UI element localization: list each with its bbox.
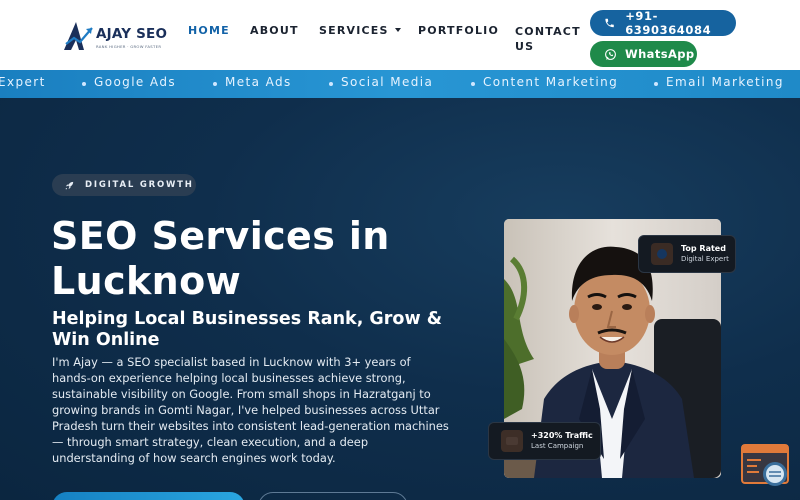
whatsapp-button[interactable]: WhatsApp: [590, 41, 697, 67]
rocket-icon: [65, 181, 74, 189]
ticker-dot: [329, 82, 333, 86]
ticker-item: Social Media: [341, 75, 434, 89]
logo-mark-icon: [64, 22, 93, 50]
chevron-down-icon: [394, 28, 401, 32]
phone-number: +91-6390364084: [625, 9, 712, 37]
top-rated-card: Top Rated Digital Expert: [638, 235, 736, 273]
ticker-dot: [471, 82, 475, 86]
chat-widget-button[interactable]: [741, 444, 791, 488]
primary-cta-button[interactable]: [52, 492, 245, 500]
card-title: Top Rated: [681, 244, 726, 253]
hero-title: SEO Services in Lucknow: [51, 214, 390, 303]
card-title: +320% Traffic: [531, 431, 593, 440]
nav-home[interactable]: HOME: [188, 24, 230, 37]
hero-subtitle: Helping Local Businesses Rank, Grow & Wi…: [52, 309, 442, 350]
ticker-item: Email Marketing: [666, 75, 784, 89]
secondary-cta-button[interactable]: [258, 492, 408, 500]
traffic-stat-card: +320% Traffic Last Campaign: [488, 422, 601, 460]
chart-icon: [501, 430, 523, 452]
ticker-item: Meta Ads: [225, 75, 292, 89]
nav-contact[interactable]: CONTACT US: [515, 24, 585, 54]
services-ticker: Expert Google Ads Meta Ads Social Media …: [0, 70, 800, 98]
hero-description: I'm Ajay — a SEO specialist based in Luc…: [52, 355, 449, 465]
ticker-dot: [213, 82, 217, 86]
nav-services-label: SERVICES: [319, 24, 389, 37]
ticker-item: Expert: [0, 75, 46, 89]
top-rated-text: Top Rated Digital Expert: [681, 244, 729, 264]
site-header: AJAY SEO RANK HIGHER · GROW FASTER HOME …: [0, 0, 800, 78]
whatsapp-icon: [605, 48, 616, 60]
card-subtitle: Last Campaign: [531, 442, 584, 450]
ticker-item: Google Ads: [94, 75, 176, 89]
nav-portfolio[interactable]: PORTFOLIO: [418, 24, 499, 37]
logo-brand: AJAY SEO: [96, 26, 168, 42]
ticker-dot: [82, 82, 86, 86]
nav-services[interactable]: SERVICES: [319, 24, 401, 37]
ticker-item: Content Marketing: [483, 75, 619, 89]
phone-icon: [605, 18, 614, 28]
contact-widget-icon: [741, 444, 789, 486]
hero-badge: DIGITAL GROWTH: [52, 174, 196, 196]
logo-tagline: RANK HIGHER · GROW FASTER: [96, 44, 162, 49]
card-subtitle: Digital Expert: [681, 255, 729, 263]
ticker-dot: [654, 82, 658, 86]
whatsapp-label: WhatsApp: [625, 47, 695, 61]
badge-label: DIGITAL GROWTH: [85, 180, 194, 190]
award-icon: [651, 243, 673, 265]
traffic-stat-text: +320% Traffic Last Campaign: [531, 431, 593, 451]
site-logo[interactable]: AJAY SEO RANK HIGHER · GROW FASTER: [62, 20, 168, 56]
phone-button[interactable]: +91-6390364084: [590, 9, 736, 37]
nav-about[interactable]: ABOUT: [250, 24, 299, 37]
